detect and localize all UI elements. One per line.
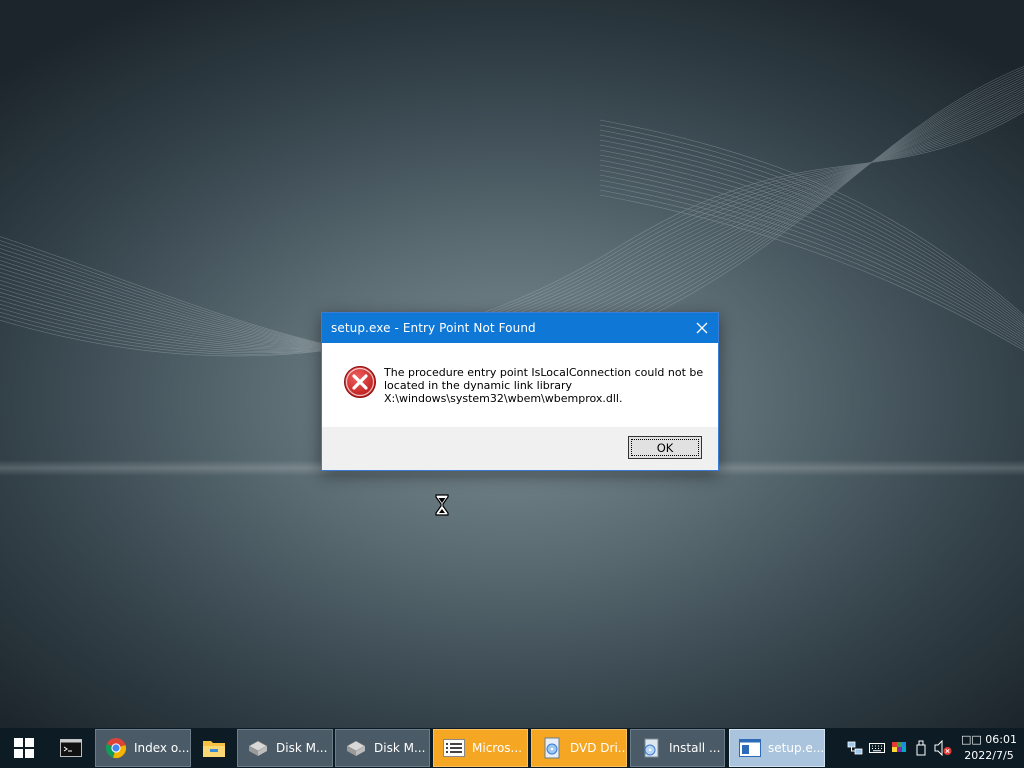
system-tray: □□ 06:01 2022/7/5 [844,728,1024,768]
close-button[interactable] [686,313,718,343]
wave-line [599,139,1024,326]
wave-line [0,79,1024,353]
wave-line [0,98,1024,350]
message-line-1: The procedure entry point IsLocalConnect… [384,366,704,379]
usb-drive-icon [916,740,926,756]
message-line-2: located in the dynamic link library [384,379,573,392]
disk-management-icon [248,740,268,756]
taskbar-item-label: Disk M... [276,741,328,755]
clock-date: 2022/7/5 [964,749,1014,762]
wave-line [0,89,1024,349]
taskbar-item-label: Index o... [134,741,190,755]
taskbar: Index o... Disk M... Disk M... Micros...… [0,728,1024,768]
keyboard-icon [869,743,885,753]
wave-line [599,124,1024,319]
tray-display[interactable] [888,728,910,768]
wave-line [0,85,1024,350]
network-icon [847,741,863,755]
taskbar-disk-management-1[interactable]: Disk M... [237,729,333,767]
dialog-title: setup.exe - Entry Point Not Found [331,321,536,335]
taskbar-cmd[interactable] [49,729,92,767]
taskbar-disk-management-2[interactable]: Disk M... [335,729,430,767]
taskbar-item-label: Micros... [472,741,522,755]
volume-muted-icon [934,740,952,756]
taskbar-setup[interactable]: setup.e... [729,729,825,767]
taskbar-item-label: setup.e... [768,741,825,755]
list-window-icon [443,739,465,757]
file-explorer-icon [203,741,225,757]
dialog-message: The procedure entry point IsLocalConnect… [384,366,704,405]
disk-management-icon [346,740,366,756]
taskbar-microsoft[interactable]: Micros... [433,729,528,767]
wave-line [599,129,1024,321]
taskbar-install[interactable]: Install ... [630,729,725,767]
chrome-icon [105,738,126,759]
command-prompt-icon [59,739,82,757]
error-icon [344,366,376,398]
taskbar-clock[interactable]: □□ 06:01 2022/7/5 [954,732,1024,764]
windows-logo-icon [14,738,34,758]
taskbar-dvd-driver[interactable]: DVD Dri... [531,729,627,767]
taskbar-item-label: DVD Dri... [570,741,627,755]
dialog-body: The procedure entry point IsLocalConnect… [322,343,718,427]
taskbar-file-explorer[interactable] [194,729,234,767]
start-button[interactable] [0,728,48,768]
dvd-driver-icon [544,737,560,759]
taskbar-item-label: Disk M... [374,741,426,755]
ok-button[interactable]: OK [628,436,702,459]
installer-icon [644,738,659,758]
tray-keyboard[interactable] [866,728,888,768]
dialog-footer: OK [322,427,718,470]
wave-line [599,134,1024,323]
color-display-icon [892,742,906,752]
dialog-titlebar[interactable]: setup.exe - Entry Point Not Found [322,313,718,343]
hourglass-cursor-icon [435,494,449,516]
window-icon [739,739,761,757]
close-icon [696,322,708,334]
taskbar-chrome[interactable]: Index o... [95,729,191,767]
tray-network[interactable] [844,728,866,768]
error-dialog: setup.exe - Entry Point Not Found The pr… [321,312,719,471]
clock-time: □□ 06:01 [961,733,1017,746]
tray-usb[interactable] [910,728,932,768]
wave-line [0,87,1024,350]
message-line-3: X:\windows\system32\wbem\wbemprox.dll. [384,392,623,405]
wave-line [0,91,1024,349]
tray-volume[interactable] [932,728,954,768]
taskbar-item-label: Install ... [669,741,721,755]
